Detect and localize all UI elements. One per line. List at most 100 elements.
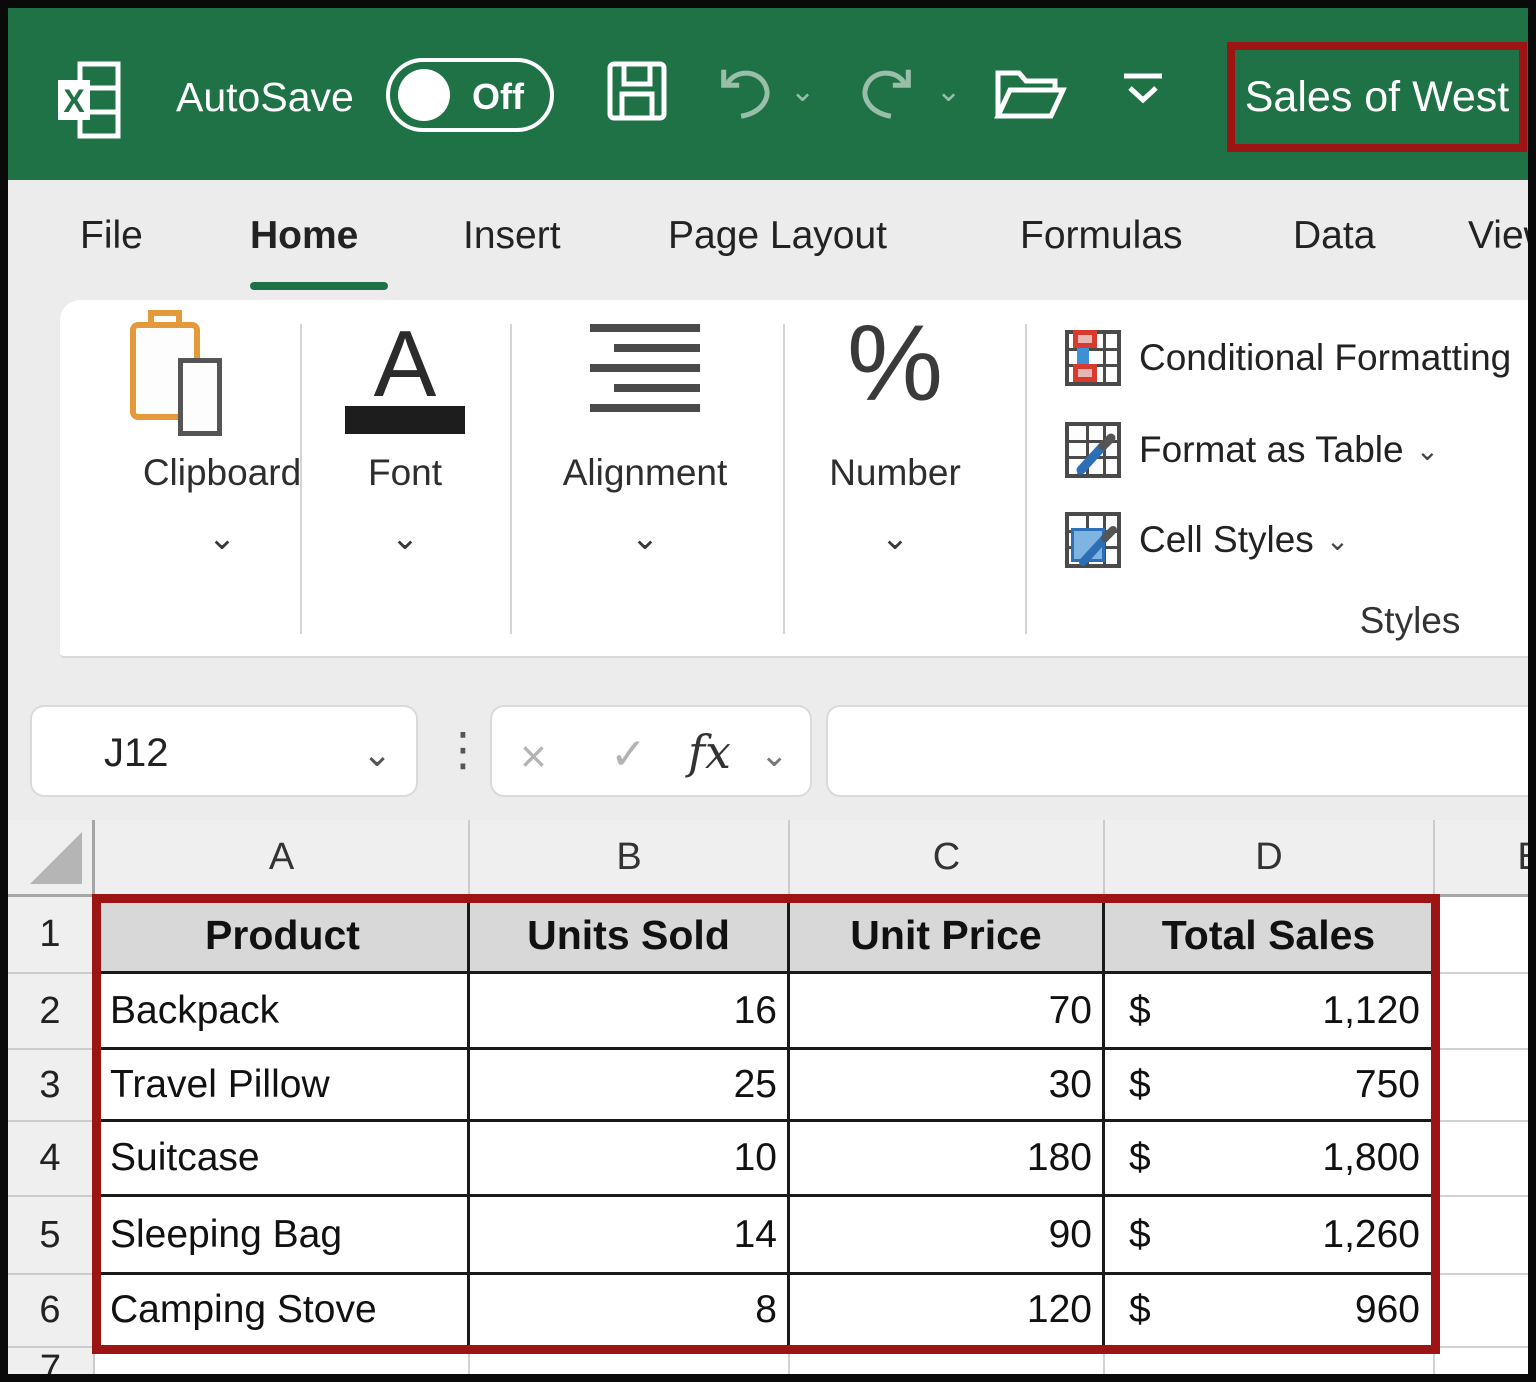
cell-b3[interactable]: 25 [470, 1050, 790, 1122]
cell-e2[interactable] [1435, 974, 1528, 1050]
format-as-table-label: Format as Table [1139, 429, 1404, 471]
formula-input[interactable] [826, 705, 1528, 797]
tab-view[interactable]: View [1468, 214, 1528, 258]
column-header-a[interactable]: A [95, 820, 470, 897]
cell-b4[interactable]: 10 [470, 1122, 790, 1197]
format-as-table-button[interactable]: Format as Table ⌄ [1065, 422, 1439, 478]
font-expand-icon[interactable]: ⌄ [305, 518, 505, 558]
cell-b6[interactable]: 8 [470, 1275, 790, 1348]
cell-d4[interactable]: $1,800 [1105, 1122, 1435, 1197]
tab-formulas[interactable]: Formulas [1020, 214, 1183, 258]
clipboard-expand-icon[interactable]: ⌄ [122, 518, 322, 558]
cell-e7[interactable] [1435, 1348, 1528, 1374]
format-as-table-dropdown-icon: ⌄ [1416, 434, 1439, 467]
autosave-label: AutoSave [176, 74, 354, 121]
row-header-2[interactable]: 2 [8, 974, 95, 1050]
autosave-state: Off [472, 76, 524, 118]
title-bar: X AutoSave Off ⌄ ⌄ Sal [8, 8, 1528, 180]
cell-d3[interactable]: $750 [1105, 1050, 1435, 1122]
redo-dropdown-icon[interactable]: ⌄ [936, 74, 961, 109]
cell-c4[interactable]: 180 [790, 1122, 1105, 1197]
cell-styles-label: Cell Styles [1139, 519, 1314, 561]
row-header-7[interactable]: 7 [8, 1348, 95, 1374]
formula-controls: × ✓ fx ⌄ [490, 705, 812, 797]
row-header-6[interactable]: 6 [8, 1275, 95, 1348]
tab-data[interactable]: Data [1293, 214, 1375, 258]
cell-e4[interactable] [1435, 1122, 1528, 1197]
toggle-knob-icon [398, 69, 450, 121]
cell-d2[interactable]: $1,120 [1105, 974, 1435, 1050]
styles-group-label: Styles [1310, 600, 1510, 642]
column-header-d[interactable]: D [1105, 820, 1435, 897]
name-box[interactable]: J12 ⌄ [30, 705, 418, 797]
undo-dropdown-icon[interactable]: ⌄ [790, 74, 815, 109]
row-header-1[interactable]: 1 [8, 897, 95, 974]
cell-b2[interactable]: 16 [470, 974, 790, 1050]
row-header-5[interactable]: 5 [8, 1197, 95, 1275]
cell-a1[interactable]: Product [95, 897, 470, 974]
column-header-b[interactable]: B [470, 820, 790, 897]
cell-a3[interactable]: Travel Pillow [95, 1050, 470, 1122]
cell-c6[interactable]: 120 [790, 1275, 1105, 1348]
cell-d6[interactable]: $960 [1105, 1275, 1435, 1348]
row-header-4[interactable]: 4 [8, 1122, 95, 1197]
cell-d1[interactable]: Total Sales [1105, 897, 1435, 974]
select-all-button[interactable] [8, 820, 95, 897]
cell-e3[interactable] [1435, 1050, 1528, 1122]
column-header-e[interactable]: E [1435, 820, 1528, 897]
redo-icon[interactable] [856, 62, 918, 124]
cell-a7[interactable] [95, 1348, 470, 1374]
document-title-highlight: Sales of West [1227, 42, 1527, 152]
cell-styles-button[interactable]: Cell Styles ⌄ [1065, 512, 1349, 568]
cell-e5[interactable] [1435, 1197, 1528, 1275]
cell-styles-icon [1065, 512, 1121, 568]
cell-b7[interactable] [470, 1348, 790, 1374]
undo-icon[interactable] [714, 62, 776, 124]
cell-c5[interactable]: 90 [790, 1197, 1105, 1275]
cell-c2[interactable]: 70 [790, 974, 1105, 1050]
alignment-expand-icon[interactable]: ⌄ [545, 518, 745, 558]
name-box-value: J12 [104, 731, 169, 776]
cell-d5[interactable]: $1,260 [1105, 1197, 1435, 1275]
tab-home[interactable]: Home [250, 214, 358, 258]
format-as-table-icon [1065, 422, 1121, 478]
window-content: X AutoSave Off ⌄ ⌄ Sal [8, 8, 1528, 1374]
function-dropdown-icon[interactable]: ⌄ [760, 735, 789, 775]
name-box-dropdown-icon[interactable]: ⌄ [362, 733, 392, 775]
alignment-group-label: Alignment [545, 452, 745, 494]
cell-c3[interactable]: 30 [790, 1050, 1105, 1122]
ribbon: Clipboard ⌄ A Font ⌄ [8, 300, 1528, 660]
conditional-formatting-button[interactable]: Conditional Formatting [1065, 330, 1511, 386]
insert-function-icon[interactable]: fx [688, 725, 731, 779]
font-icon: A [345, 314, 465, 434]
alignment-icon [590, 324, 700, 412]
tab-insert[interactable]: Insert [463, 214, 561, 258]
document-title[interactable]: Sales of West [1245, 73, 1510, 122]
cell-a5[interactable]: Sleeping Bag [95, 1197, 470, 1275]
formula-bar-drag-handle-icon[interactable]: ⋮ [440, 722, 486, 776]
cell-b5[interactable]: 14 [470, 1197, 790, 1275]
tab-page-layout[interactable]: Page Layout [668, 214, 887, 258]
quick-access-menu-icon[interactable] [1120, 70, 1166, 114]
cell-a2[interactable]: Backpack [95, 974, 470, 1050]
number-group-label: Number [795, 452, 995, 494]
save-icon[interactable] [606, 60, 668, 122]
cell-a4[interactable]: Suitcase [95, 1122, 470, 1197]
cell-b1[interactable]: Units Sold [470, 897, 790, 974]
cell-c1[interactable]: Unit Price [790, 897, 1105, 974]
row-header-3[interactable]: 3 [8, 1050, 95, 1122]
excel-window: X AutoSave Off ⌄ ⌄ Sal [0, 0, 1536, 1382]
enter-icon[interactable]: ✓ [610, 729, 647, 780]
open-folder-icon[interactable] [993, 66, 1067, 124]
cancel-icon[interactable]: × [520, 729, 547, 783]
cell-d7[interactable] [1105, 1348, 1435, 1374]
tab-file[interactable]: File [80, 214, 143, 258]
column-header-c[interactable]: C [790, 820, 1105, 897]
autosave-toggle[interactable]: Off [386, 58, 554, 132]
cell-a6[interactable]: Camping Stove [95, 1275, 470, 1348]
cell-c7[interactable] [790, 1348, 1105, 1374]
active-tab-indicator [250, 282, 388, 290]
cell-e1[interactable] [1435, 897, 1528, 974]
cell-e6[interactable] [1435, 1275, 1528, 1348]
number-expand-icon[interactable]: ⌄ [795, 518, 995, 558]
